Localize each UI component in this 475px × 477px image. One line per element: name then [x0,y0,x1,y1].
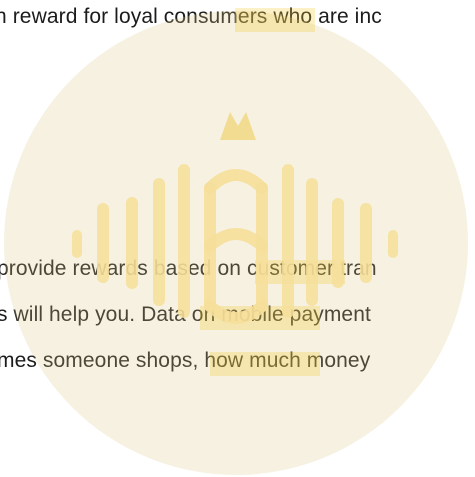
text-line-1: n reward for loyal consumers who are inc [0,5,382,28]
text-line-2: provide rewards based on customer tran [0,257,377,280]
text-line-4: mes someone shops, how much money [0,349,371,372]
crown-icon [220,112,256,140]
brand-watermark [4,8,468,475]
logo-letter-b [204,169,268,324]
logo-bars [72,164,398,318]
text-line-3: s will help you. Data on mobile payment [0,303,371,326]
document-page: n reward for loyal consumers who are inc… [0,0,475,477]
watermark-disc [4,11,468,475]
